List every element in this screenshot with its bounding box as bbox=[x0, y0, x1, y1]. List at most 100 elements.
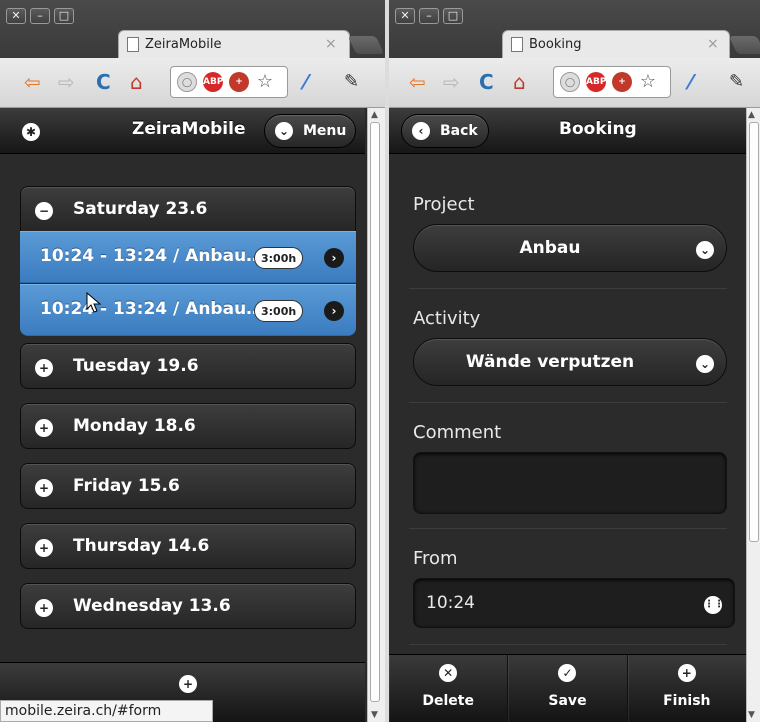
adblock-icon[interactable]: ABP bbox=[203, 72, 223, 92]
plus-icon: + bbox=[677, 664, 696, 682]
window-maximize-button[interactable]: □ bbox=[54, 8, 74, 24]
browser-toolbar: ⇦ ⇨ C ⌂ ◯ ABP + ☆ ⁄ ✎ bbox=[389, 58, 760, 108]
window-minimize-button[interactable]: – bbox=[30, 8, 50, 24]
day-collapsible-friday[interactable]: + Friday 15.6 bbox=[20, 463, 356, 509]
activity-select[interactable]: Wände verputzen ⌄ bbox=[413, 338, 727, 386]
window-minimize-button[interactable]: – bbox=[419, 8, 439, 24]
from-time-input[interactable]: 10:24 ⋮⋮ bbox=[413, 578, 735, 628]
back-button[interactable]: ‹ Back bbox=[401, 114, 489, 148]
app-page-booking: ‹ Back Booking Project Anbau ⌄ Activity … bbox=[389, 108, 746, 722]
settings-gear-icon[interactable]: ✱ bbox=[22, 121, 40, 141]
scroll-up-arrow-icon[interactable]: ▲ bbox=[748, 110, 755, 120]
forward-arrow-icon[interactable]: ⇨ bbox=[58, 70, 75, 94]
eyedropper-icon[interactable]: ⁄ bbox=[304, 70, 307, 94]
booking-navbar: ✕ Delete ✓ Save + Finish bbox=[389, 654, 746, 722]
divider bbox=[409, 288, 727, 289]
reload-icon[interactable]: C bbox=[479, 70, 494, 94]
minus-icon: − bbox=[35, 200, 53, 220]
day-collapsible-tuesday[interactable]: + Tuesday 19.6 bbox=[20, 343, 356, 389]
home-icon[interactable]: ⌂ bbox=[513, 70, 526, 94]
browser-tab-zeiramobile[interactable]: ZeiraMobile × bbox=[118, 30, 350, 58]
app-page-list: ✱ ZeiraMobile ⌄ Menu − Saturday 23.6 10:… bbox=[0, 108, 365, 722]
scrollbar-thumb[interactable] bbox=[370, 122, 380, 702]
back-button-label: Back bbox=[440, 123, 478, 139]
activity-select-value: Wände verputzen bbox=[465, 352, 635, 372]
address-bar[interactable]: ◯ ABP + ☆ bbox=[170, 66, 288, 98]
app-header: ✱ ZeiraMobile ⌄ Menu bbox=[0, 108, 365, 154]
vertical-scrollbar[interactable]: ▲ ▼ bbox=[746, 108, 760, 722]
finish-button[interactable]: + Finish bbox=[628, 655, 746, 722]
page-icon bbox=[511, 37, 523, 52]
time-entry-row[interactable]: 10:24 - 13:24 / Anbau… 3:00h › bbox=[20, 284, 356, 336]
day-collapsible-saturday[interactable]: − Saturday 23.6 bbox=[20, 186, 356, 232]
back-arrow-icon[interactable]: ⇦ bbox=[24, 70, 41, 94]
from-time-value: 10:24 bbox=[426, 593, 475, 613]
day-label: Thursday 14.6 bbox=[73, 536, 210, 556]
tab-title: ZeiraMobile bbox=[145, 37, 222, 52]
activity-label: Activity bbox=[413, 308, 481, 329]
new-tab-button[interactable] bbox=[728, 36, 760, 54]
star-icon[interactable]: ☆ bbox=[638, 72, 658, 92]
day-collapsible-monday[interactable]: + Monday 18.6 bbox=[20, 403, 356, 449]
target-icon[interactable]: + bbox=[229, 72, 249, 92]
wrench-icon[interactable]: ✎ bbox=[344, 70, 359, 94]
scroll-up-arrow-icon[interactable]: ▲ bbox=[371, 110, 378, 120]
address-bar[interactable]: ◯ ABP + ☆ bbox=[553, 66, 671, 98]
window-close-button[interactable]: ✕ bbox=[6, 8, 26, 24]
window-close-button[interactable]: ✕ bbox=[395, 8, 415, 24]
globe-icon: ◯ bbox=[177, 72, 197, 92]
delete-button[interactable]: ✕ Delete bbox=[389, 655, 509, 722]
browser-window-booking: ✕ – □ Booking × ⇦ ⇨ C ⌂ ◯ ABP + ☆ ⁄ ✎ ‹ … bbox=[389, 0, 760, 722]
window-maximize-button[interactable]: □ bbox=[443, 8, 463, 24]
forward-arrow-icon[interactable]: ⇨ bbox=[443, 70, 460, 94]
chevron-down-icon: ⌄ bbox=[696, 353, 714, 373]
day-label: Tuesday 19.6 bbox=[73, 356, 199, 376]
time-entry-label: 10:24 - 13:24 / Anbau… bbox=[40, 246, 264, 266]
tab-close-icon[interactable]: × bbox=[707, 36, 719, 52]
add-entry-button[interactable]: + bbox=[179, 673, 197, 693]
project-label: Project bbox=[413, 194, 475, 215]
browser-window-zeiramobile: ✕ – □ ZeiraMobile × ⇦ ⇨ C ⌂ ◯ ABP + ☆ ⁄ … bbox=[0, 0, 385, 722]
save-button[interactable]: ✓ Save bbox=[508, 655, 628, 722]
vertical-scrollbar[interactable]: ▲ ▼ bbox=[367, 108, 385, 722]
plus-icon: + bbox=[179, 675, 197, 693]
new-tab-button[interactable] bbox=[347, 36, 385, 54]
time-entry-row[interactable]: 10:24 - 13:24 / Anbau… 3:00h › bbox=[20, 231, 356, 283]
wrench-icon[interactable]: ✎ bbox=[729, 70, 744, 94]
menu-button[interactable]: ⌄ Menu bbox=[264, 114, 356, 148]
browser-toolbar: ⇦ ⇨ C ⌂ ◯ ABP + ☆ ⁄ ✎ bbox=[0, 58, 385, 108]
time-entry-label: 10:24 - 13:24 / Anbau… bbox=[40, 299, 264, 319]
menu-button-label: Menu bbox=[303, 123, 347, 139]
adblock-icon[interactable]: ABP bbox=[586, 72, 606, 92]
duration-badge: 3:00h bbox=[254, 247, 304, 269]
project-select[interactable]: Anbau ⌄ bbox=[413, 224, 727, 272]
page-title: ZeiraMobile bbox=[132, 119, 246, 139]
divider bbox=[409, 644, 727, 645]
comment-textarea[interactable] bbox=[413, 452, 727, 514]
day-label: Saturday 23.6 bbox=[73, 199, 208, 219]
browser-tab-booking[interactable]: Booking × bbox=[502, 30, 730, 58]
app-header: ‹ Back Booking bbox=[389, 108, 746, 154]
eyedropper-icon[interactable]: ⁄ bbox=[689, 70, 692, 94]
save-label: Save bbox=[548, 693, 587, 709]
day-collapsible-wednesday[interactable]: + Wednesday 13.6 bbox=[20, 583, 356, 629]
time-picker-grid-icon[interactable]: ⋮⋮ bbox=[704, 592, 724, 614]
day-label: Wednesday 13.6 bbox=[73, 596, 231, 616]
target-icon[interactable]: + bbox=[612, 72, 632, 92]
mouse-cursor-icon bbox=[86, 292, 102, 313]
back-arrow-icon[interactable]: ⇦ bbox=[409, 70, 426, 94]
scroll-down-arrow-icon[interactable]: ▼ bbox=[748, 710, 755, 720]
tab-title: Booking bbox=[529, 37, 582, 52]
scroll-down-arrow-icon[interactable]: ▼ bbox=[371, 710, 378, 720]
tab-close-icon[interactable]: × bbox=[325, 36, 337, 52]
star-icon[interactable]: ☆ bbox=[255, 72, 275, 92]
scrollbar-thumb[interactable] bbox=[749, 122, 759, 542]
chevron-left-icon: ‹ bbox=[412, 122, 430, 140]
page-title: Booking bbox=[559, 119, 637, 139]
divider bbox=[409, 528, 727, 529]
day-collapsible-thursday[interactable]: + Thursday 14.6 bbox=[20, 523, 356, 569]
home-icon[interactable]: ⌂ bbox=[130, 70, 143, 94]
day-label: Monday 18.6 bbox=[73, 416, 196, 436]
delete-label: Delete bbox=[422, 693, 474, 709]
reload-icon[interactable]: C bbox=[96, 70, 111, 94]
